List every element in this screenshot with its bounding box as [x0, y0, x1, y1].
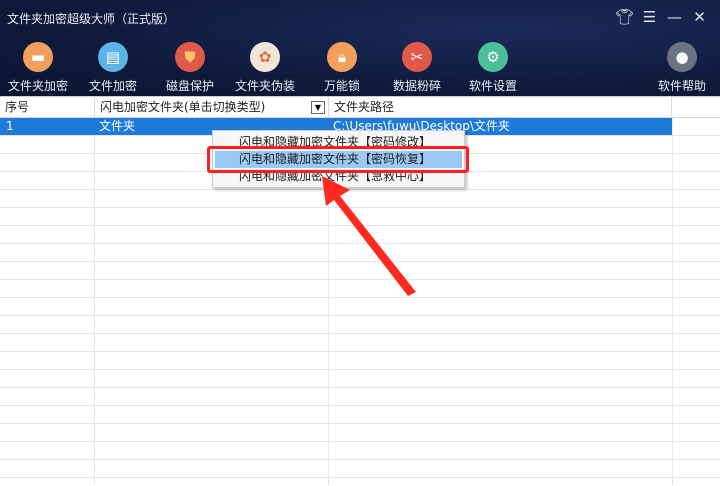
pointer-arrow [322, 176, 416, 296]
